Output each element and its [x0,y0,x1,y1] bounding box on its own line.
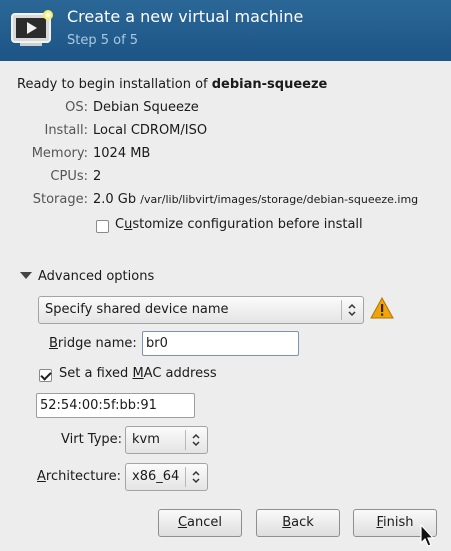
install-value: Local CDROM/ISO [93,123,208,138]
customize-label-part: C [115,217,125,232]
virtual-machine-icon [11,10,53,46]
advanced-options-label[interactable]: Advanced options [38,269,154,284]
updown-arrows-icon [192,433,200,447]
fixed-mac-checkbox[interactable] [39,369,52,382]
finish-label-part: inish [383,515,414,530]
back-label-part: ack [291,515,314,530]
architecture-select[interactable]: x86_64 [125,463,208,491]
mac-label-part: Set a fixed [59,366,133,381]
cancel-mnemonic: C [177,515,188,530]
arch-label-part: rchitecture: [45,469,121,484]
virt-type-value: kvm [132,432,160,447]
virt-type-select[interactable]: kvm [125,426,208,454]
storage-path: /var/lib/libvirt/images/storage/debian-s… [140,193,419,206]
customize-label[interactable]: Customize configuration before install [115,217,363,232]
mac-address-value: 52:54:00:5f:bb:91 [40,398,157,413]
bridge-label-part: ridge name: [57,336,137,351]
combo-separator [185,430,186,450]
advanced-expander-arrow-icon[interactable] [20,272,32,279]
memory-label: Memory: [31,146,88,161]
back-button[interactable]: Back [256,509,340,537]
mac-label-mnemonic: M [132,366,144,381]
wizard-title: Create a new virtual machine [67,7,304,26]
bridge-label-mnemonic: B [49,336,58,351]
mac-address-input[interactable]: 52:54:00:5f:bb:91 [36,393,195,418]
cpus-label: CPUs: [50,169,88,184]
customize-label-part: stomize configuration before install [132,217,363,232]
cpus-value: 2 [93,169,102,184]
fixed-mac-label[interactable]: Set a fixed MAC address [59,366,217,381]
back-mnemonic: B [282,515,292,530]
mac-label-part: AC address [143,366,217,381]
bridge-name-value: br0 [146,336,168,351]
cancel-button[interactable]: Cancel [158,509,242,537]
network-source-select[interactable]: Specify shared device name [38,296,364,324]
mouse-pointer-icon [420,524,434,547]
arch-label-mnemonic: A [37,469,46,484]
install-label: Install: [44,123,88,138]
os-value: Debian Squeeze [93,100,199,115]
wizard-header: Create a new virtual machine Step 5 of 5 [0,0,451,61]
network-source-value: Specify shared device name [45,302,229,317]
ready-prefix: Ready to begin installation of [17,77,212,92]
bridge-name-input[interactable]: br0 [142,331,299,356]
warning-icon [370,297,394,319]
architecture-label: Architecture: [37,469,121,484]
storage-label: Storage: [32,192,88,207]
os-label: OS: [65,100,88,115]
vm-name: debian-squeeze [211,77,328,92]
combo-separator [185,467,186,487]
architecture-value: x86_64 [132,469,180,484]
updown-arrows-icon [348,303,356,317]
storage-size: 2.0 Gb [93,192,137,207]
updown-arrows-icon [192,470,200,484]
wizard-step: Step 5 of 5 [67,33,139,48]
bridge-name-label: Bridge name: [49,336,137,351]
combo-separator [341,300,342,320]
virt-type-label: Virt Type: [61,432,123,447]
memory-value: 1024 MB [93,146,151,161]
customize-checkbox[interactable] [96,220,109,233]
ready-text: Ready to begin installation of debian-sq… [17,77,327,92]
cancel-label-part: ancel [187,515,223,530]
storage-value: 2.0 Gb /var/lib/libvirt/images/storage/d… [93,192,418,207]
